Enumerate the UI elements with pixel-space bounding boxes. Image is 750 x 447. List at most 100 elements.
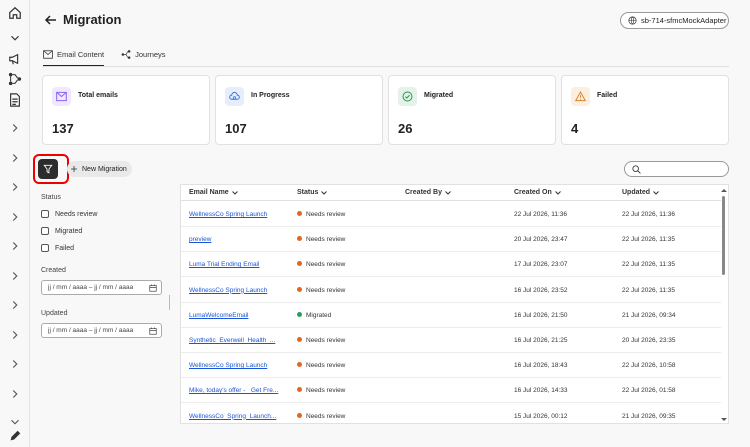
table-row[interactable]: WellnessCo Spring Launch Needs review 16 J… [181,353,721,379]
campaign-icon[interactable] [7,51,23,67]
back-arrow-icon[interactable] [44,12,58,28]
chevron-right-icon[interactable] [7,356,23,372]
table-header: Email Name Status Created By Created On … [181,185,721,201]
table-scrollbar[interactable] [721,189,727,421]
status-cell: Needs review [297,412,345,420]
edit-icon[interactable] [7,428,23,444]
card-label: Migrated [424,92,454,99]
card-failed: Failed 4 [561,75,729,145]
home-icon[interactable] [7,5,23,21]
email-name-link[interactable]: WellnessCo Spring Launch [189,287,267,294]
updated-cell: 21 Jul 2026, 09:35 [622,412,676,420]
column-created-on[interactable]: Created On [514,189,561,196]
updated-cell: 22 Jul 2026, 11:35 [622,261,676,269]
page-title: Migration [63,12,122,27]
scroll-thumb[interactable] [722,196,725,275]
new-migration-button[interactable]: New Migration [67,161,132,177]
updated-cell: 22 Jul 2026, 11:35 [622,236,676,244]
updated-cell: 20 Jul 2026, 23:35 [622,337,676,344]
updated-cell: 22 Jul 2026, 10:58 [622,362,676,370]
mail-icon [52,87,71,106]
card-value: 26 [398,121,413,136]
filter-needs-review[interactable]: Needs review [41,210,97,218]
table-row[interactable]: LumaWelcomeEmail Migrated 16 Jul 2026, 21:… [181,303,721,328]
updated-cell: 22 Jul 2026, 01:58 [622,387,676,395]
column-email-name[interactable]: Email Name [189,189,238,196]
table-row[interactable]: preview Needs review 20 Jul 2026, 23:47 22 … [181,227,721,253]
email-name-link[interactable]: LumaWelcomeEmail [189,312,248,319]
chevron-down-icon [321,190,328,195]
filter-status-label: Status [41,194,61,201]
filter-migrated[interactable]: Migrated [41,227,82,235]
column-status[interactable]: Status [297,189,328,196]
chevron-right-icon[interactable] [7,327,23,343]
status-text: Needs review [306,261,346,269]
chevron-right-icon[interactable] [7,238,23,254]
email-name-link[interactable]: WellnessCo Spring Launch [189,362,267,369]
status-dot [297,236,302,242]
search-input[interactable] [624,161,729,177]
checkbox[interactable] [41,227,49,235]
checkbox[interactable] [41,210,49,218]
date-range-placeholder: jj / mm / aaaa – jj / mm / aaaa [48,284,134,291]
status-text: Needs review [306,211,346,218]
email-name-link[interactable]: Synthetic_Everwell_Health_... [189,337,275,344]
chevron-down-icon[interactable] [7,30,23,46]
checkbox-label: Failed [55,244,75,252]
email-name-link[interactable]: preview [189,236,211,243]
chevron-right-icon[interactable] [7,297,23,313]
sandbox-switcher[interactable]: sb-714-sfmcMockAdapter [620,12,729,29]
card-total-emails: Total emails 137 [42,75,210,145]
calendar-icon[interactable] [149,284,157,292]
status-cell: Migrated [297,311,331,319]
status-cell: Needs review [297,286,346,294]
email-name-link[interactable]: WellnessCo_Spring_Launch... [189,413,276,420]
main-content: Migration sb-714-sfmcMockAdapter Email C… [31,0,750,447]
table-row[interactable]: WellnessCo Spring Launch Needs review 16 J… [181,278,721,303]
chevron-right-icon[interactable] [7,150,23,166]
chevron-right-icon[interactable] [7,179,23,195]
created-on-cell: 16 Jul 2026, 14:33 [514,387,568,395]
table-row[interactable]: Synthetic_Everwell_Health_... Needs revie… [181,328,721,353]
status-dot [297,311,302,317]
column-created-by[interactable]: Created By [405,189,451,196]
panel-resize-handle[interactable] [169,295,170,310]
column-label: Created By [405,189,442,196]
sandbox-name: sb-714-sfmcMockAdapter [641,16,727,25]
tab-journeys[interactable]: Journeys [121,47,166,62]
card-label: In Progress [251,92,290,99]
chevron-down-icon [445,190,451,195]
email-name-link[interactable]: Luma Trial Ending Email [189,261,259,268]
email-name-link[interactable]: Mike, today's offer - _Get Fre... [189,387,278,394]
status-dot [297,362,302,368]
created-on-cell: 22 Jul 2026, 11:36 [514,211,568,218]
status-dot [297,337,302,342]
journey-icon[interactable] [7,71,23,87]
calendar-icon[interactable] [149,327,157,335]
tab-email-content[interactable]: Email Content [43,47,105,66]
table-row[interactable]: Luma Trial Ending Email Needs review 17 Ju… [181,252,721,278]
scroll-up-arrow[interactable] [721,189,727,192]
chevron-down-icon [554,190,561,195]
card-label: Failed [597,92,618,99]
chevron-right-icon[interactable] [7,120,23,136]
status-dot [297,261,302,267]
chevron-right-icon[interactable] [7,268,23,284]
status-text: Needs review [306,286,346,294]
checkbox[interactable] [41,244,49,252]
scroll-down-arrow[interactable] [721,418,727,421]
created-date-range[interactable]: jj / mm / aaaa – jj / mm / aaaa [41,280,162,295]
table-row[interactable]: WellnessCo Spring Launch Needs review 22 J… [181,202,721,227]
filter-failed[interactable]: Failed [41,244,74,252]
table-row[interactable]: WellnessCo_Spring_Launch... Needs review 1… [181,404,721,423]
created-on-cell: 16 Jul 2026, 21:25 [514,337,568,344]
document-icon[interactable] [7,92,23,108]
updated-date-range[interactable]: jj / mm / aaaa – jj / mm / aaaa [41,323,162,338]
chevron-right-icon[interactable] [7,209,23,225]
column-updated[interactable]: Updated [622,189,659,196]
chevron-right-icon[interactable] [7,386,23,402]
search-icon [632,164,641,174]
filter-button[interactable] [38,159,58,179]
table-row[interactable]: Mike, today's offer - _Get Fre... Needs r… [181,378,721,404]
email-name-link[interactable]: WellnessCo Spring Launch [189,211,267,218]
